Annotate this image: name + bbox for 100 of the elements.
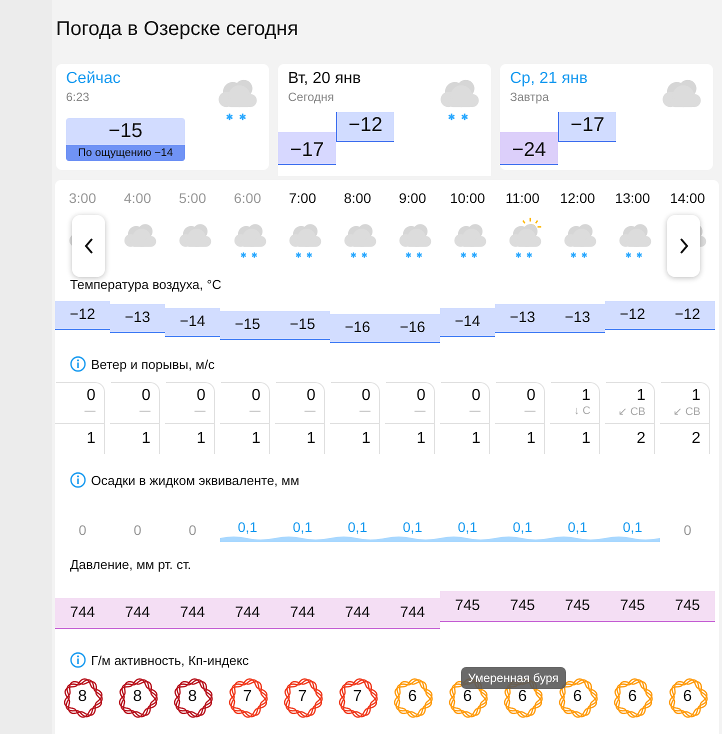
pressure-cell: 744 (275, 598, 330, 629)
hour-label: 14:00 (670, 189, 706, 208)
wind-direction: ↙ СВ (673, 405, 700, 420)
night-temp: −17 (278, 132, 336, 165)
temperature-cell: −14 (165, 308, 220, 336)
pressure-cell: 744 (220, 598, 275, 629)
pressure-cell: 744 (385, 598, 440, 629)
day-subtitle: 6:23 (66, 90, 90, 104)
pressure-cell: 744 (330, 598, 385, 629)
temperature-cell: −15 (220, 310, 275, 340)
wind-speed: 0 (416, 386, 426, 405)
day-card[interactable]: Ср, 21 янв Завтра −24 −17 (500, 64, 713, 170)
temperature-cell: −12 (660, 301, 715, 330)
tooltip: Умеренная буря (461, 667, 566, 689)
wind-direction: — (414, 405, 426, 419)
wind-gust: 1 (274, 423, 324, 448)
hour-label: 11:00 (506, 189, 540, 208)
temperature-cell: −12 (605, 301, 660, 330)
precipitation-value: 0,1 (456, 519, 478, 535)
current-temp: −15 (108, 119, 144, 144)
pressure-cell: 745 (550, 591, 605, 622)
wind-speed: 0 (196, 386, 206, 405)
chevron-left-icon (84, 237, 94, 255)
wind-speed: 0 (86, 386, 96, 405)
info-icon[interactable] (70, 472, 86, 488)
kp-index: 8 (187, 688, 198, 706)
feels-like-text: По ощущению −14 (66, 145, 185, 161)
wind-gust: 1 (220, 423, 268, 448)
info-icon[interactable] (70, 652, 86, 668)
wind-direction: — (304, 405, 316, 419)
day-temp: −12 (336, 112, 394, 142)
temperature-cell: −16 (385, 314, 440, 343)
wind-direction: — (140, 405, 150, 419)
temperature-cell: −12 (55, 301, 110, 330)
info-icon[interactable] (70, 356, 86, 372)
wind-gust: 1 (494, 423, 544, 448)
wind-direction: — (470, 405, 480, 419)
wind-direction: — (194, 405, 206, 419)
hour-label: 8:00 (344, 189, 372, 208)
kp-index: 7 (352, 688, 363, 706)
hour-label: 5:00 (178, 189, 206, 208)
previous-button[interactable] (72, 215, 105, 277)
wind-speed: 0 (306, 386, 316, 405)
wind-gust: 1 (54, 423, 104, 448)
temperature-cell: −14 (440, 308, 495, 336)
day-card[interactable]: Сейчас 6:23 −15 По ощущению −14 (56, 64, 269, 170)
hour-label: 10:00 (450, 189, 486, 208)
kp-index: 6 (407, 688, 418, 706)
section-label: Ветер и порывы, м/с (91, 356, 215, 372)
kp-index: 6 (462, 688, 473, 706)
wind-speed: 1 (582, 386, 590, 405)
wind-gust: 1 (110, 423, 158, 448)
wind-gust: 1 (550, 423, 598, 448)
section-label: Г/м активность, Кп-индекс (91, 652, 249, 668)
wind-speed: 0 (252, 386, 260, 405)
precipitation-value: 0,1 (402, 519, 424, 535)
pressure-cell: 745 (440, 591, 495, 622)
day-card[interactable]: Вт, 20 янв Сегодня −17 −12 (278, 64, 491, 176)
precipitation-value: 0,1 (346, 519, 368, 535)
wind-direction: ↓ С (574, 405, 590, 419)
kp-index: 6 (572, 688, 583, 706)
wind-direction: — (524, 405, 536, 419)
wind-direction: — (360, 405, 370, 419)
temperature-cell: −16 (330, 314, 385, 343)
temperature-cell: −13 (495, 304, 550, 334)
next-button[interactable] (667, 215, 700, 277)
precipitation-value: 0,1 (622, 519, 644, 535)
hour-label: 3:00 (68, 189, 96, 208)
wind-gust: 2 (660, 423, 708, 448)
wind-gust: 1 (164, 423, 214, 448)
hour-label: 6:00 (234, 189, 262, 208)
pressure-cell: 745 (495, 591, 550, 622)
wind-speed: 0 (142, 386, 150, 405)
precipitation-value: 0,1 (566, 519, 588, 535)
wind-gust: 1 (384, 423, 434, 448)
kp-index: 7 (297, 688, 308, 706)
wind-direction: — (84, 405, 96, 419)
day-subtitle: Сегодня (288, 90, 335, 104)
precipitation-value: 0,1 (512, 519, 534, 535)
hour-label: 12:00 (560, 189, 596, 208)
precipitation-value: 0 (188, 522, 196, 540)
wind-speed: 0 (526, 386, 536, 405)
kp-index: 8 (132, 688, 143, 706)
pressure-cell: 744 (110, 598, 165, 629)
precipitation-value: 0 (684, 522, 692, 540)
wind-gust: 1 (330, 423, 378, 448)
precipitation-value: 0,1 (292, 519, 314, 535)
kp-index: 6 (627, 688, 638, 706)
wind-direction: — (250, 405, 260, 419)
day-title: Вт, 20 янв (288, 70, 362, 88)
wind-gust: 2 (604, 423, 654, 448)
wind-speed: 0 (472, 386, 480, 405)
pressure-cell: 744 (55, 598, 110, 629)
wind-speed: 1 (636, 386, 646, 405)
kp-index: 6 (682, 688, 693, 706)
wind-gust: 1 (440, 423, 488, 448)
temperature-cell: −15 (275, 310, 330, 340)
page-title: Погода в Озерске сегодня (55, 17, 300, 42)
kp-index: 8 (77, 688, 88, 706)
night-temp: −24 (500, 132, 558, 165)
